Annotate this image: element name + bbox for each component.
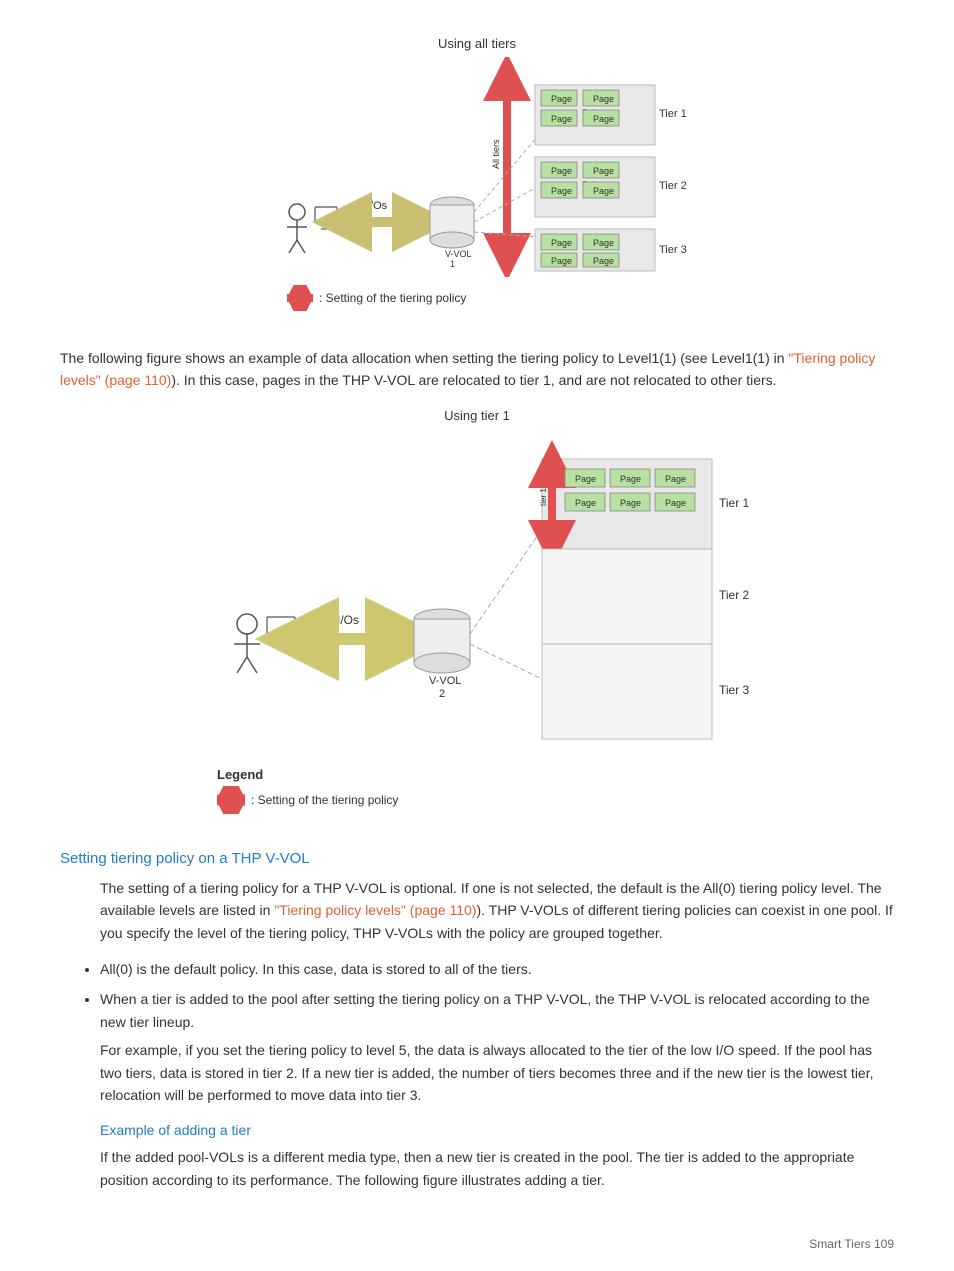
svg-text:Tier 1: Tier 1 (659, 108, 687, 120)
diagram1-title: Using all tiers (267, 36, 687, 51)
section-paragraph: The setting of a tiering policy for a TH… (100, 877, 894, 944)
svg-text:1: 1 (450, 259, 455, 269)
diagram2-title: Using tier 1 (197, 408, 757, 423)
intro-text2: ). In this case, pages in the THP V-VOL … (171, 372, 776, 388)
svg-text:I/Os: I/Os (367, 200, 388, 212)
svg-text:Page: Page (551, 94, 572, 104)
svg-text:Page: Page (665, 498, 686, 508)
bullet-item-2: When a tier is added to the pool after s… (100, 988, 894, 1106)
svg-text:Page: Page (593, 94, 614, 104)
bullet-item-1: All(0) is the default policy. In this ca… (100, 958, 894, 980)
bullet-1-text: All(0) is the default policy. In this ca… (100, 961, 532, 977)
legend1-item: : Setting of the tiering policy (287, 285, 687, 311)
bullet-2-sub: For example, if you set the tiering poli… (100, 1039, 894, 1106)
svg-text:Page: Page (551, 166, 572, 176)
svg-text:Page: Page (620, 474, 641, 484)
intro-text1: The following figure shows an example of… (60, 350, 788, 366)
svg-text:Page: Page (551, 186, 572, 196)
subsection-heading: Example of adding a tier (100, 1122, 894, 1138)
svg-text:Page: Page (665, 474, 686, 484)
svg-text:tier 1: tier 1 (539, 487, 548, 505)
svg-text:Page: Page (593, 114, 614, 124)
bullet-2-text: When a tier is added to the pool after s… (100, 991, 870, 1029)
diagram2-svg: I/Os V-VOL 2 (197, 429, 757, 759)
legend1-arrow-icon (287, 285, 313, 311)
svg-text:Page: Page (593, 256, 614, 266)
svg-text:Tier 2: Tier 2 (719, 588, 750, 602)
diagram2-wrapper: Using tier 1 I/Os (60, 408, 894, 830)
svg-text:All tiers: All tiers (491, 139, 501, 169)
svg-text:Page: Page (620, 498, 641, 508)
svg-text:Page: Page (551, 114, 572, 124)
svg-text:2: 2 (439, 688, 445, 700)
svg-text:Tier 3: Tier 3 (659, 244, 687, 256)
diagram1-wrapper: Using all tiers I/Os (60, 36, 894, 327)
svg-text:Page: Page (575, 474, 596, 484)
page-footer: Smart Tiers 109 (809, 1237, 894, 1251)
intro-paragraph: The following figure shows an example of… (60, 347, 894, 392)
svg-text:I/Os: I/Os (337, 613, 359, 627)
svg-text:Tier 1: Tier 1 (719, 496, 750, 510)
svg-text:Page: Page (551, 256, 572, 266)
legend1: : Setting of the tiering policy (287, 285, 687, 311)
svg-text:Page: Page (575, 498, 596, 508)
legend1-item-text: : Setting of the tiering policy (319, 291, 466, 305)
svg-text:Page: Page (593, 166, 614, 176)
page-footer-text: Smart Tiers 109 (809, 1237, 894, 1251)
legend2-title: Legend (217, 767, 757, 782)
legend2: Legend : Setting of the tiering policy (217, 767, 757, 814)
svg-text:Page: Page (593, 186, 614, 196)
legend2-item-text: : Setting of the tiering policy (251, 793, 398, 807)
svg-text:Page: Page (551, 238, 572, 248)
svg-text:V-VOL: V-VOL (445, 249, 472, 259)
svg-text:Tier 2: Tier 2 (659, 180, 687, 192)
legend2-item: : Setting of the tiering policy (217, 786, 757, 814)
svg-text:Page: Page (593, 238, 614, 248)
subsection-body: If the added pool-VOLs is a different me… (100, 1146, 894, 1191)
section-heading: Setting tiering policy on a THP V-VOL (60, 850, 894, 867)
legend2-arrow-icon (217, 786, 245, 814)
svg-text:V-VOL: V-VOL (429, 675, 461, 687)
diagram1-svg: I/Os V-VOL 1 (267, 57, 687, 277)
section-link[interactable]: "Tiering policy levels" (page 110) (274, 902, 476, 918)
svg-text:Tier 3: Tier 3 (719, 683, 750, 697)
bullet-list: All(0) is the default policy. In this ca… (100, 958, 894, 1106)
